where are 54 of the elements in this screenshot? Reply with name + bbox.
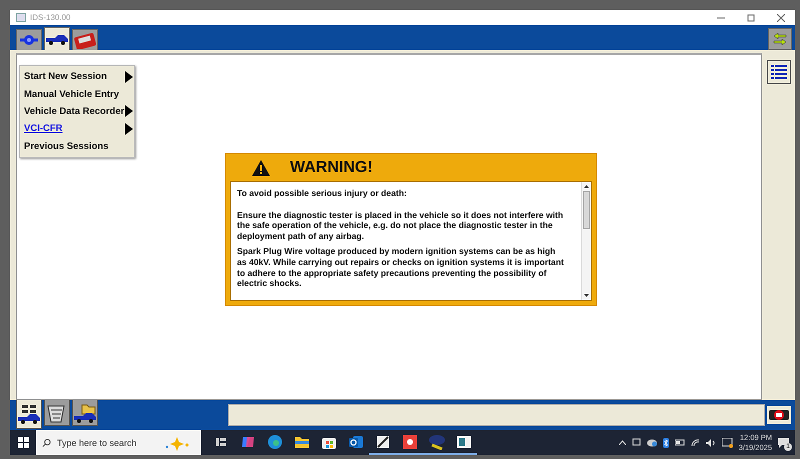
battery-icon [674,439,685,446]
windows-start-icon[interactable] [18,437,28,448]
close-icon [777,14,785,22]
warning-icon [252,160,270,176]
oval-badge-icon [428,434,446,450]
connector-icon [18,33,40,47]
list-view-button[interactable] [766,60,790,84]
menu-item[interactable]: Previous Sessions [20,138,134,155]
warning-paragraph: To avoid possible serious injury or death: [237,188,408,199]
record-app-icon [402,434,418,450]
toolbox-icon [74,31,96,49]
window-title: IDS-130.00 [30,13,72,22]
submenu-arrow-icon [125,105,133,118]
meet-icon [632,438,641,447]
submenu-arrow-icon [125,122,133,135]
vci-device-icon [768,408,790,422]
app-icon [16,13,26,22]
scroll-thumb[interactable] [583,191,590,229]
vehicle-folder-icon [73,402,97,422]
list-icon [770,63,788,81]
bottom-tab[interactable] [72,400,98,426]
vci-status-button[interactable] [767,406,791,424]
vehicle-info-icon [17,404,41,424]
scrollbar[interactable] [581,182,591,300]
menu-item[interactable]: Vehicle Data Recorder [20,102,134,120]
pen-icon [374,434,390,450]
menu-link[interactable]: VCI-CFR [20,120,134,138]
menu-item[interactable]: Manual Vehicle Entry [20,85,134,103]
bluetooth-icon [662,438,669,448]
swap-arrows-icon [772,32,788,46]
bottom-tab[interactable] [16,400,42,429]
display-icon [722,438,733,448]
menu-item[interactable]: Start New Session [20,68,134,86]
browser-icon [266,434,282,450]
mail-icon [348,434,364,450]
warning-paragraph: Spark Plug Wire voltage produced by modern ignition systems can be as high as 40kV. While carrying out repairs or checks on ignition systems it is important to adhere to the appropriate safety precautions preventing the possibility of electric shocks. [237,246,565,289]
task-view-icon [214,436,226,448]
search-icon [42,438,51,448]
wifi-icon [690,438,700,446]
truck-icon [45,33,69,45]
swap-button[interactable] [768,28,792,50]
submenu-arrow-icon [125,70,133,83]
chevron-up-icon [618,440,626,445]
speaker-icon [706,438,716,446]
chat-bubble-icon [778,438,789,448]
warning-paragraph: Ensure the diagnostic tester is placed in the vehicle so it does not interfere with the safe operation of the vehicle, e.g. do not place the diagnostic tester in the deployment path of any airbag. [237,210,564,242]
warning-title: WARNING! [290,158,373,176]
toolbar-tab[interactable] [44,27,70,50]
window-icon [456,434,472,448]
maximize-icon [747,14,755,22]
folder-icon [294,434,310,448]
taskbar-search-field[interactable]: Type here to search [57,438,157,448]
bottom-tab[interactable] [44,400,70,426]
cloud-icon [646,438,657,447]
